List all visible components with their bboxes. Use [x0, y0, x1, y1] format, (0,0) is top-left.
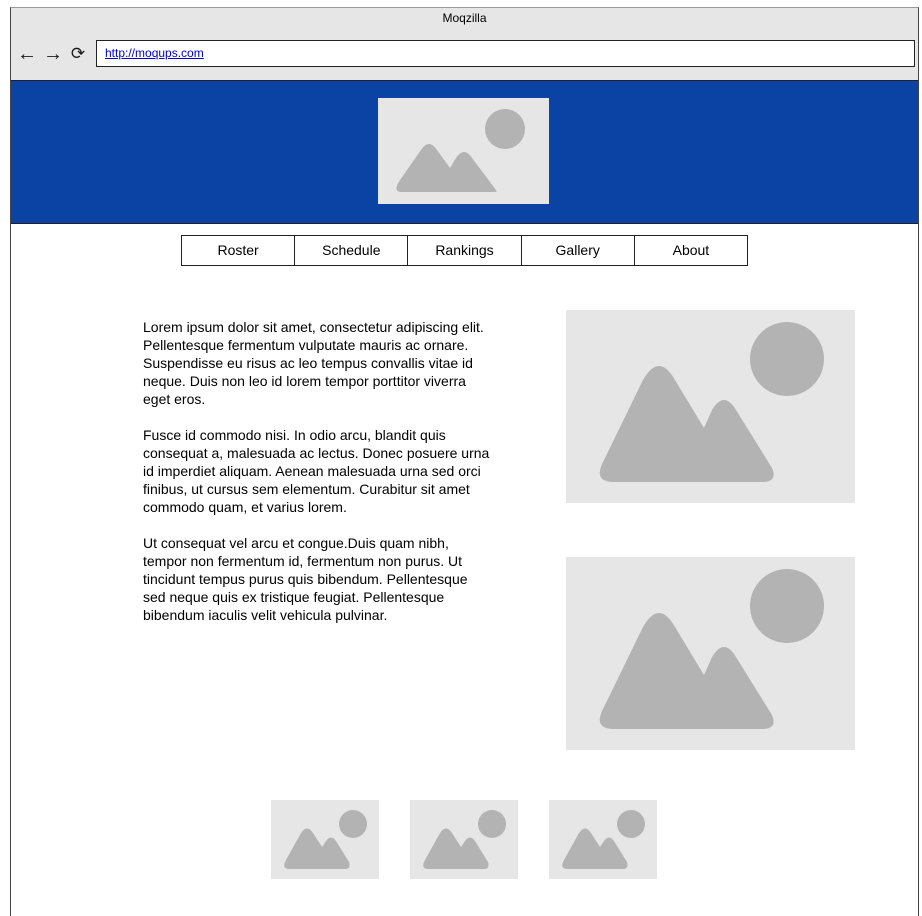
menu-item-roster[interactable]: Roster: [182, 236, 296, 265]
reload-icon[interactable]: ⟳: [68, 43, 88, 65]
paragraph-2: Fusce id commodo nisi. In odio arcu, bla…: [143, 427, 490, 515]
logo-image-placeholder-icon: [378, 98, 549, 204]
header-banner: [11, 81, 918, 224]
address-bar[interactable]: http://moqups.com: [96, 40, 915, 67]
title-bar: Moqzilla: [11, 8, 918, 37]
back-arrow-icon[interactable]: ←: [17, 43, 37, 65]
thumbnail-2-placeholder-icon[interactable]: [410, 800, 518, 879]
menu-item-schedule[interactable]: Schedule: [295, 236, 409, 265]
window-title: Moqzilla: [442, 11, 487, 25]
thumbnail-3-placeholder-icon[interactable]: [549, 800, 657, 879]
menu-item-about[interactable]: About: [635, 236, 747, 265]
menu-item-rankings[interactable]: Rankings: [408, 236, 522, 265]
menu-item-gallery[interactable]: Gallery: [522, 236, 635, 265]
thumbnail-1-placeholder-icon[interactable]: [271, 800, 379, 879]
main-menu: Roster Schedule Rankings Gallery About: [181, 235, 748, 266]
article-text: Lorem ipsum dolor sit amet, consectetur …: [143, 318, 493, 642]
forward-arrow-icon[interactable]: →: [43, 43, 63, 65]
browser-window: Moqzilla ← → ⟳ http://moqups.com Roster …: [10, 7, 919, 916]
url-link[interactable]: http://moqups.com: [105, 46, 204, 60]
feature-image-1-placeholder-icon: [566, 310, 855, 503]
browser-toolbar: ← → ⟳ http://moqups.com: [11, 37, 918, 81]
paragraph-1: Lorem ipsum dolor sit amet, consectetur …: [143, 319, 484, 407]
feature-image-2-placeholder-icon: [566, 557, 855, 750]
paragraph-3: Ut consequat vel arcu et congue.Duis qua…: [143, 535, 468, 623]
